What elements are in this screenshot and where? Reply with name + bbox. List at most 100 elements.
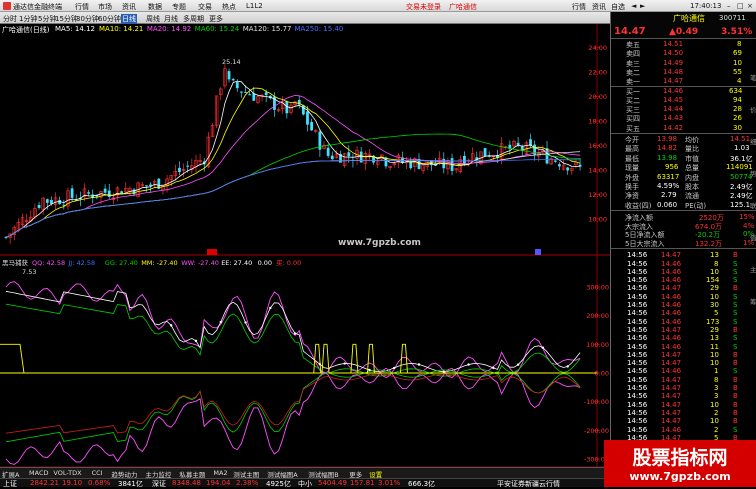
toolbar-period-2[interactable]: 5分钟 (38, 14, 56, 24)
menu-item[interactable]: 市场 (98, 2, 112, 12)
menu-item[interactable]: 交易 (198, 2, 212, 12)
back-arrow-icon[interactable]: ◄ (631, 2, 636, 10)
tick-volume: 154 (706, 276, 720, 285)
ask-price: 14.48 (663, 67, 684, 76)
candle-body (264, 92, 268, 96)
ma-line (5, 80, 581, 238)
toolbar-period-6[interactable]: 日线 (121, 14, 137, 24)
tick-volume: 1 (714, 367, 719, 376)
indicator-tabs: 扩展A MACD VOL-TDX CCI 趋势动力 主力监控 私募主题 MA2 测试主图 测试幅图… (0, 467, 610, 479)
side-tab-5[interactable]: 值 (750, 232, 756, 242)
toolbar-period-10[interactable]: 更多 (209, 14, 223, 24)
stat-row: 最低 13.98 市值 36.1亿 (611, 154, 756, 163)
index-field-0: 上证 (3, 480, 17, 488)
tick-side: B (733, 384, 738, 392)
indicator-tab-1[interactable]: MACD (29, 469, 48, 477)
side-tab-0[interactable]: 笔 (750, 72, 756, 82)
index-field-5: 深证 (152, 480, 166, 488)
tick-time: 14:56 (627, 375, 648, 384)
chart-area[interactable]: 24.00 22.00 20.00 18.00 16.00 14.00 12.00 10.00… (0, 24, 610, 478)
tick-price: 14.46 (661, 267, 682, 276)
signal-dot (467, 363, 470, 366)
side-tab-7[interactable]: 筹 (750, 296, 756, 306)
tick-volume: 10 (710, 400, 719, 409)
candle-body (545, 148, 549, 164)
side-tab-3[interactable]: 势 (750, 168, 756, 178)
candle-body (347, 152, 351, 157)
indicator-tab-7[interactable]: MA2 (213, 469, 227, 477)
bid-row-5[interactable]: 买五 14.42 30 (611, 123, 756, 133)
tick-time: 14:56 (627, 359, 648, 368)
toolbar-period-7[interactable]: 周线 (146, 14, 160, 24)
candle-body (244, 91, 247, 93)
price-chart-title: 广哈通信(日线) MA5: 14.12 MA10: 14.21 MA20: 14.92… (0, 24, 610, 34)
menu-item[interactable]: 热点 (222, 2, 236, 12)
side-tab-1[interactable]: 价 (750, 104, 756, 114)
price-chart-name: 广哈通信(日线) (2, 26, 50, 34)
ma-label-1: MA10: 14.21 (99, 25, 144, 33)
bid-row-3[interactable]: 买三 14.44 28 (611, 105, 756, 114)
tick-price: 14.47 (661, 392, 682, 401)
menu-item[interactable]: 行情 (75, 2, 89, 12)
menu-item[interactable]: L1L2 (246, 2, 263, 10)
side-tab-2[interactable]: 细 (750, 136, 756, 146)
menu-right-item[interactable]: 资讯 (592, 2, 606, 12)
tick-row: 14:56 14.46 30 S (611, 301, 756, 309)
ask-row-3[interactable]: 卖三 14.49 10 (611, 59, 756, 68)
login-status[interactable]: 交易未登录 (406, 2, 441, 12)
tick-price: 14.47 (661, 384, 682, 392)
bid-row-1[interactable]: 买一 14.46 634 (611, 87, 756, 96)
stat-value: 14.82 (657, 144, 678, 153)
menu-item[interactable]: 数据 (148, 2, 162, 12)
ind-axis-label: 100.00 (586, 341, 609, 349)
ma-line (5, 87, 581, 238)
chart-watermark: www.7gpzb.com (338, 238, 421, 248)
toolbar-period-5[interactable]: 60分钟 (98, 14, 121, 24)
ask-row-1[interactable]: 卖一 14.47 4 (611, 77, 756, 86)
indicator-label: MM: -27.40 (141, 259, 177, 267)
index-field-1: 2842.21 (30, 479, 59, 487)
stat-value: 956 (665, 163, 679, 172)
toolbar-period-8[interactable]: 月线 (164, 14, 178, 24)
tick-volume: 10 (710, 267, 719, 276)
forward-arrow-icon[interactable]: ► (640, 2, 645, 10)
side-tab-4[interactable]: 联 (750, 200, 756, 210)
bid-row-2[interactable]: 买二 14.45 94 (611, 96, 756, 105)
menu-item[interactable]: 资讯 (122, 2, 136, 12)
tick-time: 14:56 (627, 276, 648, 285)
menu-right-item[interactable]: 自选 (611, 2, 625, 12)
close-icon[interactable]: × (747, 2, 753, 10)
ask-row-5[interactable]: 卖五 14.51 8 (611, 40, 756, 49)
indicator-line (5, 367, 581, 465)
candle-body (310, 121, 314, 131)
candle-body (227, 71, 231, 80)
stat-value: 63317 (657, 172, 680, 181)
toolbar-period-1[interactable]: 1分钟 (19, 14, 37, 24)
maximize-icon[interactable]: □ (737, 2, 744, 10)
ask-row-4[interactable]: 卖四 14.50 69 (611, 49, 756, 58)
quote-panel: 广哈通信 300711 14.47 ▲0.49 3.51% 卖五 14.51 8 卖四… (610, 12, 756, 478)
stat-row: 现量 956 总量 114091 (611, 163, 756, 172)
menu-item[interactable]: 专题 (172, 2, 186, 12)
side-tab-6[interactable]: 主 (750, 264, 756, 274)
tick-price: 14.46 (661, 334, 682, 343)
bid-row-4[interactable]: 买四 14.43 26 (611, 114, 756, 123)
toolbar-period-3[interactable]: 15分钟 (55, 14, 78, 24)
menu-right-item[interactable]: 行情 (572, 2, 586, 12)
watermark-title: 股票指标网 (632, 447, 728, 469)
tick-row: 14:56 14.47 10 B (611, 351, 756, 359)
ask-row-2[interactable]: 卖二 14.48 55 (611, 67, 756, 77)
indicator-tab-3[interactable]: CCI (92, 469, 103, 477)
indicator-label: JJ: 42.58 (67, 259, 95, 267)
bid-volume: 30 (733, 123, 742, 132)
toolbar-period-4[interactable]: 30分钟 (76, 14, 99, 24)
tick-row: 14:56 14.46 173 S (611, 318, 756, 326)
flow-row: 5日大宗流入 132.2万 1% (611, 239, 756, 248)
candle-body (145, 185, 148, 187)
candle-body (330, 155, 334, 160)
toolbar-period-9[interactable]: 多周期 (183, 14, 204, 24)
tick-volume: 30 (710, 301, 719, 309)
minimize-icon[interactable]: – (727, 2, 731, 10)
indicator-tab-2[interactable]: VOL-TDX (53, 469, 81, 477)
toolbar-period-0[interactable]: 分时 (3, 14, 17, 24)
